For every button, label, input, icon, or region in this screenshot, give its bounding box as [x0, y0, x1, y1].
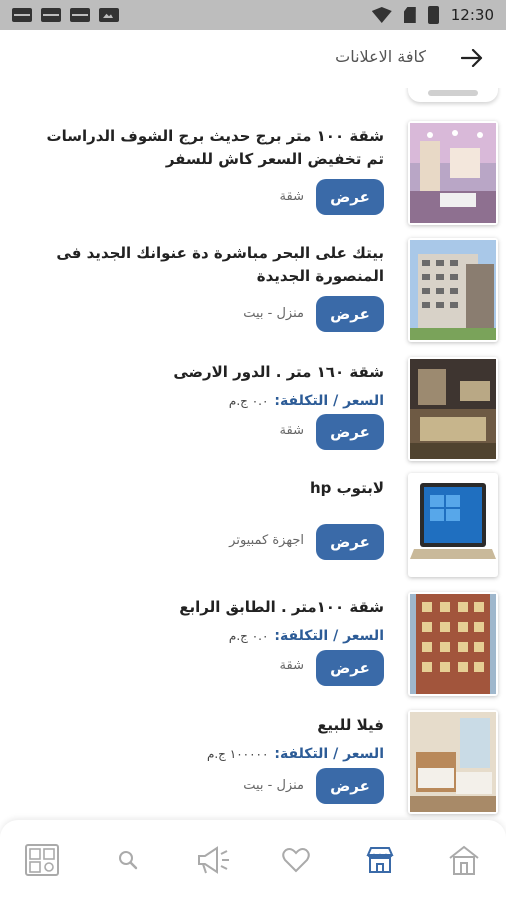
listings-list[interactable]: شقة ١٠٠ متر برج حديث برج الشوف الدراسات …	[0, 88, 506, 820]
listing-title: شقة ١٠٠ متر برج حديث برج الشوف الدراسات …	[46, 127, 385, 168]
listing-image[interactable]	[408, 710, 498, 814]
listing-image[interactable]	[408, 592, 498, 696]
view-button[interactable]: عرض	[316, 650, 384, 686]
wifi-icon	[371, 7, 392, 23]
bottom-navigation	[0, 820, 506, 900]
view-button[interactable]: عرض	[316, 524, 384, 560]
listing-card[interactable]: شقة ١٠٠متر . الطابق الرابع السعر / التكل…	[0, 592, 506, 702]
listing-image[interactable]	[408, 238, 498, 342]
status-bar: 12:30	[0, 0, 506, 30]
store-icon[interactable]	[358, 838, 402, 882]
sim-icon	[403, 7, 416, 23]
price-label: السعر / التكلفة:	[274, 746, 384, 762]
listing-image[interactable]	[408, 121, 498, 225]
megaphone-icon[interactable]	[190, 838, 234, 882]
view-button[interactable]: عرض	[316, 179, 384, 215]
status-time: 12:30	[450, 6, 494, 24]
listing-title: لابتوب hp	[309, 479, 384, 497]
listing-title: بيتك على البحر مباشرة دة عنوانك الجديد ف…	[56, 244, 384, 285]
listing-card[interactable]: شقة ١٦٠ متر . الدور الارضى السعر / التكل…	[0, 357, 506, 467]
listing-category: اجهزة كمبيوتر	[229, 533, 304, 548]
listing-image[interactable]	[408, 357, 498, 461]
notification-icon	[12, 8, 32, 22]
listing-category: منزل - بيت	[243, 778, 304, 793]
battery-icon	[427, 6, 439, 24]
listing-title: شقة ١٠٠متر . الطابق الرابع	[179, 598, 384, 616]
listing-price: السعر / التكلفة: ٠.٠ ج.م	[229, 628, 384, 644]
view-button[interactable]: عرض	[316, 414, 384, 450]
listing-title: شقة ١٦٠ متر . الدور الارضى	[173, 363, 384, 381]
price-value: ١٠٠٠٠٠ ج.م	[206, 747, 269, 761]
listing-image[interactable]	[408, 473, 498, 577]
search-icon[interactable]	[106, 838, 150, 882]
listing-price: السعر / التكلفة: ١٠٠٠٠٠ ج.م	[207, 746, 384, 762]
price-value: ٠.٠ ج.م	[228, 629, 269, 643]
price-label: السعر / التكلفة:	[274, 393, 384, 409]
listing-category: شقة	[279, 423, 304, 438]
app-header: كافة الاعلانات	[0, 30, 506, 88]
listing-category: شقة	[279, 658, 304, 673]
listing-card[interactable]: فيلا للبيع السعر / التكلفة: ١٠٠٠٠٠ ج.م عر…	[0, 710, 506, 820]
grid-apps-icon[interactable]	[20, 838, 64, 882]
price-label: السعر / التكلفة:	[274, 628, 384, 644]
image-notification-icon	[99, 8, 119, 22]
page-title: كافة الاعلانات	[335, 47, 426, 66]
listing-card[interactable]: بيتك على البحر مباشرة دة عنوانك الجديد ف…	[0, 238, 506, 348]
listing-price: السعر / التكلفة: ٠.٠ ج.م	[229, 393, 384, 409]
view-button[interactable]: عرض	[316, 296, 384, 332]
listing-category: شقة	[279, 189, 304, 204]
heart-icon[interactable]	[274, 838, 318, 882]
listing-card[interactable]: لابتوب hp عرض اجهزة كمبيوتر	[0, 473, 506, 583]
view-button[interactable]: عرض	[316, 768, 384, 804]
home-icon[interactable]	[442, 838, 486, 882]
back-arrow-icon[interactable]	[458, 44, 486, 72]
listing-category: منزل - بيت	[243, 306, 304, 321]
price-value: ٠.٠ ج.م	[228, 394, 269, 408]
notification-icon	[41, 8, 61, 22]
listing-title: فيلا للبيع	[317, 716, 384, 734]
notification-icon	[70, 8, 90, 22]
previous-card-edge	[408, 88, 498, 102]
listing-card[interactable]: شقة ١٠٠ متر برج حديث برج الشوف الدراسات …	[0, 121, 506, 231]
